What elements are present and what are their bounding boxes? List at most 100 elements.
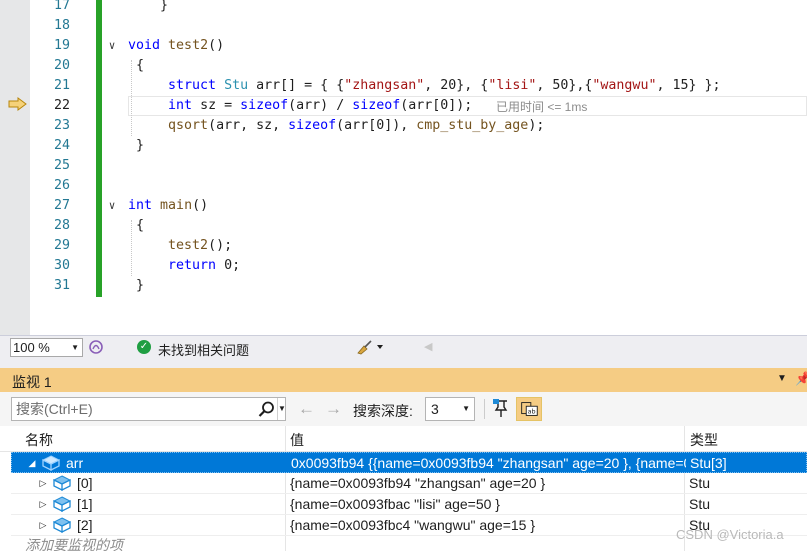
code-line[interactable]: 25 [30,156,807,176]
glyph-margin[interactable] [0,0,30,335]
expand-arrow-icon[interactable]: ▷ [37,473,49,493]
line-number: 18 [53,18,70,33]
window-position-menu-icon[interactable]: ▼ [777,373,787,384]
code-token: () [208,38,225,53]
search-previous-icon[interactable]: ← [298,399,315,419]
column-header-type[interactable]: 类型 [690,430,718,450]
watch-item-value[interactable]: {name=0x0093fbc4 "wangwu" age=15 } [290,515,685,535]
code-line[interactable]: 23 qsort(arr, sz, sizeof(arr[0]), cmp_st… [30,116,807,136]
check-circle-icon: ✓ [137,340,151,354]
watch-item-value[interactable]: {name=0x0093fbac "lisi" age=50 } [290,494,685,514]
search-next-icon[interactable]: → [325,399,342,419]
code-line[interactable]: 22 int sz = sizeof(arr) / sizeof(arr[0])… [30,96,807,116]
search-depth-value: 3 [431,401,439,417]
watch-item-name: [0] [77,475,93,491]
code-token: (arr[0]), [336,118,417,133]
collapse-arrow-icon[interactable]: ◢ [26,453,38,473]
code-token: test2 [168,38,209,53]
code-text: return 0; [128,256,240,276]
fold-chevron-icon[interactable]: ∨ [105,36,119,56]
watch-item-type: Stu [689,496,711,512]
code-text: } [128,276,144,296]
watch-row[interactable]: ▷ [0] {name=0x0093fb94 "zhangsan" age=20 }… [11,473,807,494]
code-line[interactable]: 26 [30,176,807,196]
object-cube-icon [42,455,60,471]
watch-item-type: Stu[3] [690,455,727,471]
editor-status-bar: 100 % ▼ ✓ 未找到相关问题 ◀ [0,335,807,358]
watch-item-value[interactable]: {name=0x0093fb94 "zhangsan" age=20 } [290,473,685,493]
pin-to-source-icon[interactable] [492,398,510,418]
code-line[interactable]: 31 } [30,276,807,296]
code-cleanup-icon[interactable] [355,339,385,355]
search-depth-select[interactable]: 3 ▼ [425,397,475,421]
intellicode-icon[interactable] [88,339,104,355]
code-token: (); [208,238,233,253]
column-header-value[interactable]: 值 [290,430,304,450]
code-token: qsort [168,118,209,133]
code-line[interactable]: 17 } [30,0,807,16]
code-line[interactable]: 27 ∨ int main() [30,196,807,216]
hexadecimal-display-icon[interactable]: ab [516,397,542,421]
code-token: ); [528,118,545,133]
code-token: Stu [224,78,249,93]
auto-hide-pin-icon[interactable]: 📌 [795,371,807,387]
code-editor[interactable]: 17 } 18 19 ∨ void test2() 20 {21 struct Stu a… [0,0,807,335]
fold-chevron-icon[interactable]: ∨ [105,196,119,216]
code-text: int sz = sizeof(arr) / sizeof(arr[0]); [128,96,472,116]
code-token: { [128,58,145,73]
watch-search-box: ▼ [11,397,286,421]
code-line[interactable]: 28 { [30,216,807,236]
expand-arrow-icon[interactable]: ▷ [37,494,49,514]
watch-panel-title: 监视 1 [12,374,52,390]
search-options-dropdown[interactable]: ▼ [277,398,286,420]
zoom-select[interactable]: 100 % ▼ [10,338,83,357]
search-input[interactable] [16,400,250,418]
watch-item-name: [2] [77,517,93,533]
line-number: 21 [53,78,70,93]
code-line[interactable]: 19 ∨ void test2() [30,36,807,56]
panel-splitter[interactable] [0,358,807,368]
code-text: { [128,216,144,236]
watch-grid-header: 名称 值 类型 [0,426,807,452]
code-line[interactable]: 18 [30,16,807,36]
code-token: cmp_stu_by_age [416,118,529,133]
expand-arrow-icon[interactable]: ▷ [37,515,49,535]
code-line[interactable]: 20 { [30,56,807,76]
add-watch-item[interactable]: 添加要监视的项 [25,535,123,551]
code-line[interactable]: 24 } [30,136,807,156]
code-text: test2(); [128,236,232,256]
column-header-name[interactable]: 名称 [25,430,53,450]
code-token: return [168,258,217,273]
code-token: , 20}, { [424,78,489,93]
code-token: () [192,198,209,213]
code-token: , 15} }; [656,78,721,93]
toolbar-separator [484,399,485,419]
code-token: (arr[0]); [400,98,473,113]
watch-row[interactable]: ◢ arr 0x0093fb94 {{name=0x0093fb94 "zhangs… [11,452,807,473]
object-cube-icon [53,475,71,491]
line-number: 29 [53,238,70,253]
code-token: int [168,98,193,113]
code-token: sz = [192,98,241,113]
code-token: sizeof [288,118,337,133]
scroll-left-icon[interactable]: ◀ [424,340,432,353]
code-token: struct [168,78,217,93]
elapsed-time-hint: 已用时间 <= 1ms [496,100,588,114]
line-number: 27 [53,198,70,213]
chevron-down-icon: ▼ [71,343,79,352]
watermark: CSDN @Victoria.a [676,527,784,542]
chevron-down-icon: ▼ [462,404,470,413]
line-number: 30 [53,258,70,273]
code-line[interactable]: 30 return 0; [30,256,807,276]
code-line[interactable]: 21 struct Stu arr[] = { {"zhangsan", 20}… [30,76,807,96]
watch-panel-title-bar[interactable]: 监视 1 ▼ 📌 [0,368,807,392]
issues-status-text[interactable]: 未找到相关问题 [158,340,249,359]
code-line[interactable]: 29 test2(); [30,236,807,256]
watch-row[interactable]: ▷ [1] {name=0x0093fbac "lisi" age=50 } Stu [11,494,807,515]
code-text: { [128,56,144,76]
watch-item-value[interactable]: 0x0093fb94 {{name=0x0093fb94 "zhangsan" … [291,453,686,473]
search-icon[interactable] [258,401,275,418]
